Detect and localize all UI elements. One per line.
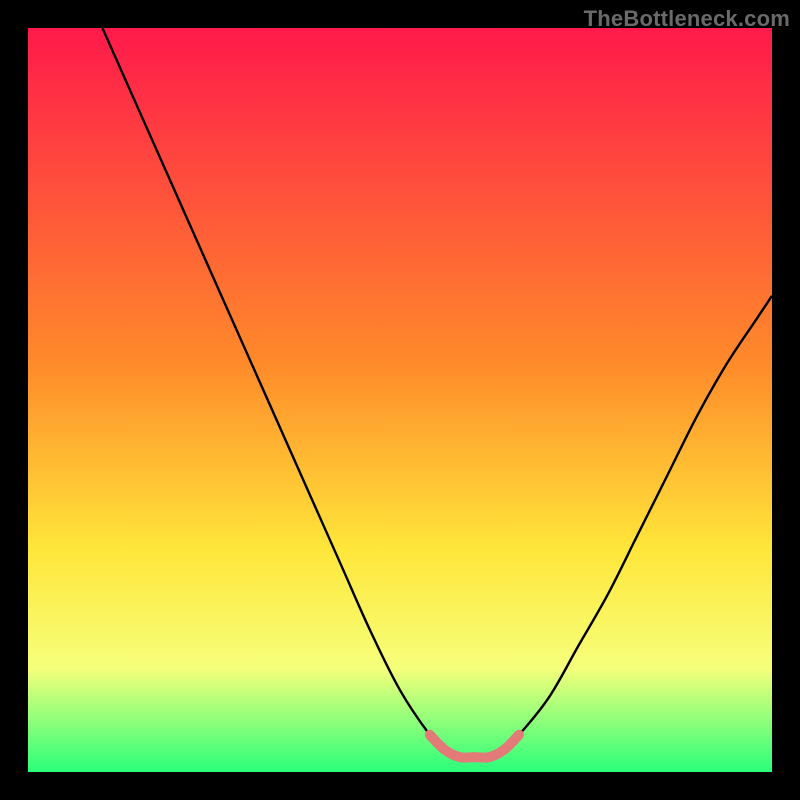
bottleneck-chart <box>28 28 772 772</box>
gradient-background <box>28 28 772 772</box>
plot-area <box>28 28 772 772</box>
chart-frame: TheBottleneck.com <box>0 0 800 800</box>
